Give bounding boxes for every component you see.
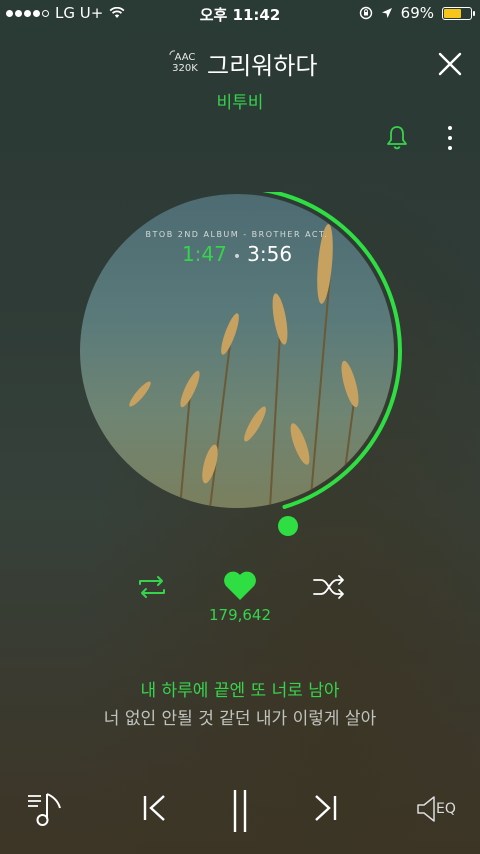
equalizer-label: EQ (436, 801, 456, 817)
player-header: AAC 320K 그리워하다 (0, 44, 480, 84)
pause-icon[interactable] (228, 786, 252, 838)
progress-arc (261, 192, 402, 509)
close-icon[interactable] (434, 48, 466, 80)
lyric-next-line[interactable]: 너 없인 안될 것 같던 내가 이렇게 살아 (0, 704, 480, 729)
battery-percentage: 69% (400, 4, 434, 22)
audio-bitrate: 320K (172, 63, 198, 74)
more-options-icon[interactable] (442, 124, 458, 152)
orientation-lock-icon (359, 6, 372, 20)
battery-icon (442, 6, 475, 20)
artist-name[interactable]: 비투비 (0, 88, 480, 113)
heart-icon[interactable] (222, 570, 258, 602)
shuffle-icon[interactable] (312, 572, 346, 602)
album-disc[interactable]: BTOB 2ND ALBUM - BROTHER ACT. 1:47 • 3:56 (76, 192, 406, 542)
previous-track-icon[interactable] (140, 786, 168, 830)
actions-row (0, 570, 480, 604)
lyric-current-line[interactable]: 내 하루에 끝엔 또 너로 남아 (0, 676, 480, 701)
bell-icon[interactable] (385, 124, 409, 150)
speaker-icon (417, 796, 435, 822)
playlist-icon[interactable] (26, 786, 66, 830)
audio-quality-badge: AAC 320K (167, 50, 203, 74)
next-track-icon[interactable] (312, 786, 340, 830)
progress-ring[interactable] (76, 192, 406, 542)
progress-knob[interactable] (278, 516, 298, 536)
streaming-icon (169, 50, 176, 56)
repeat-icon[interactable] (135, 572, 169, 602)
status-bar: LG U+ 오후 11:42 69% (0, 0, 480, 28)
equalizer-button[interactable]: EQ (416, 794, 456, 824)
location-icon (381, 8, 392, 18)
playback-controls: EQ (0, 780, 480, 836)
like-count: 179,642 (208, 606, 272, 624)
song-title: 그리워하다 (207, 52, 318, 80)
